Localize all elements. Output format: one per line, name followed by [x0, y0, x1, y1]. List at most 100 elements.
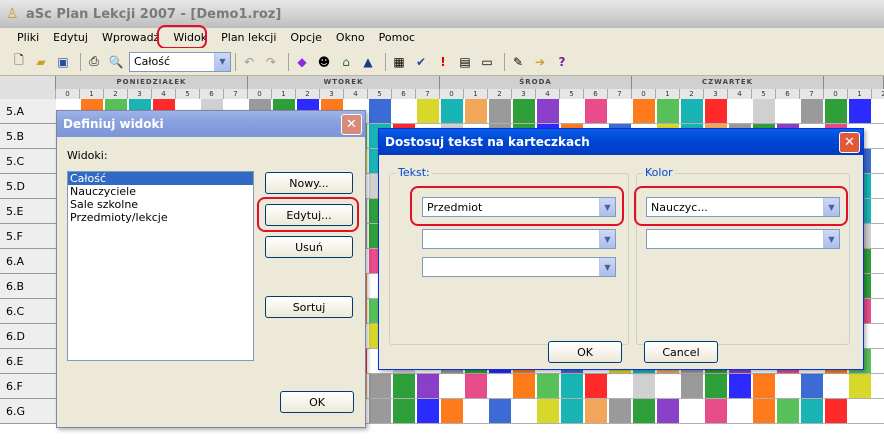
subjects-icon[interactable]: ◆ [293, 53, 311, 71]
close-icon[interactable]: ✕ [341, 114, 362, 135]
print-preview-icon[interactable]: 🔍 [107, 53, 125, 71]
lesson-card[interactable] [633, 374, 655, 398]
lesson-card[interactable] [369, 374, 391, 398]
lesson-card[interactable] [369, 99, 391, 123]
row-label-5f[interactable]: 5.F [0, 224, 56, 249]
lesson-card[interactable] [369, 399, 391, 423]
close-icon[interactable]: ✕ [839, 132, 860, 153]
edit-pencil-icon[interactable]: ✎ [509, 53, 527, 71]
lesson-card[interactable] [561, 399, 583, 423]
text-field-select-2[interactable]: ▼ [422, 229, 616, 249]
row-label-6c[interactable]: 6.C [0, 299, 56, 324]
lesson-card[interactable] [753, 99, 775, 123]
check-icon[interactable]: ✔ [412, 53, 430, 71]
sort-views-button[interactable]: Sortuj [265, 296, 353, 318]
lesson-card[interactable] [561, 374, 583, 398]
lesson-card[interactable] [441, 99, 463, 123]
lesson-card[interactable] [849, 99, 871, 123]
lesson-card[interactable] [681, 99, 703, 123]
row-label-6f[interactable]: 6.F [0, 374, 56, 399]
lesson-card[interactable] [705, 99, 727, 123]
exclamation-icon[interactable]: ! [434, 53, 452, 71]
lesson-card[interactable] [681, 374, 703, 398]
lesson-card[interactable] [849, 374, 871, 398]
open-folder-icon[interactable]: ▰ [32, 53, 50, 71]
lesson-card[interactable] [609, 399, 631, 423]
list-item[interactable]: Całość [68, 172, 253, 185]
lesson-card[interactable] [465, 374, 487, 398]
row-label-5d[interactable]: 5.D [0, 174, 56, 199]
menu-wprowadz[interactable]: Wprowadź [95, 29, 166, 47]
color-field-select-2[interactable]: ▼ [646, 229, 840, 249]
delete-view-button[interactable]: Usuń [265, 236, 353, 258]
building-icon[interactable]: ▦ [390, 53, 408, 71]
cancel-button[interactable]: Cancel [644, 341, 718, 363]
undo-icon[interactable]: ↶ [240, 53, 258, 71]
menu-plan-lekcji[interactable]: Plan lekcji [214, 29, 283, 47]
row-label-6a[interactable]: 6.A [0, 249, 56, 274]
row-label-6b[interactable]: 6.B [0, 274, 56, 299]
redo-icon[interactable]: ↷ [262, 53, 280, 71]
row-label-5b[interactable]: 5.B [0, 124, 56, 149]
row-label-6e[interactable]: 6.E [0, 349, 56, 374]
lesson-card[interactable] [825, 399, 847, 423]
lesson-card[interactable] [393, 399, 415, 423]
row-label-5a[interactable]: 5.A [0, 99, 56, 124]
lesson-card[interactable] [537, 374, 559, 398]
lesson-card[interactable] [441, 399, 463, 423]
export-icon[interactable]: ➔ [531, 53, 549, 71]
lesson-card[interactable] [489, 99, 511, 123]
lesson-card[interactable] [777, 399, 799, 423]
save-icon[interactable]: ▣ [54, 53, 72, 71]
lesson-card[interactable] [585, 399, 607, 423]
views-listbox[interactable]: Całość Nauczyciele Sale szkolne Przedmio… [67, 171, 254, 361]
new-view-button[interactable]: Nowy... [265, 172, 353, 194]
lesson-card[interactable] [753, 399, 775, 423]
lesson-card[interactable] [513, 374, 535, 398]
lesson-card[interactable] [393, 374, 415, 398]
lesson-card[interactable] [513, 99, 535, 123]
lesson-card[interactable] [825, 99, 847, 123]
teachers-icon[interactable]: ☻ [315, 53, 333, 71]
lesson-card[interactable] [801, 99, 823, 123]
menu-okno[interactable]: Okno [329, 29, 372, 47]
lesson-card[interactable] [585, 99, 607, 123]
new-file-icon[interactable]: 🗋 [10, 53, 28, 71]
view-combo[interactable]: Całość ▼ [129, 51, 231, 72]
lesson-card[interactable] [417, 374, 439, 398]
lesson-card[interactable] [537, 99, 559, 123]
lesson-card[interactable] [801, 374, 823, 398]
list-item[interactable]: Sale szkolne [68, 198, 253, 211]
lesson-card[interactable] [633, 99, 655, 123]
lesson-card[interactable] [657, 399, 679, 423]
report-icon[interactable]: ▤ [456, 53, 474, 71]
menu-pliki[interactable]: Pliki [10, 29, 46, 47]
lesson-card[interactable] [705, 399, 727, 423]
graduation-icon[interactable]: ▲ [359, 53, 377, 71]
menu-edytuj[interactable]: Edytuj [46, 29, 95, 47]
menu-pomoc[interactable]: Pomoc [372, 29, 422, 47]
lesson-card[interactable] [585, 374, 607, 398]
print-icon[interactable]: ⎙ [85, 53, 103, 71]
lesson-card[interactable] [801, 399, 823, 423]
lesson-card[interactable] [657, 99, 679, 123]
list-item[interactable]: Przedmioty/lekcje [68, 211, 253, 224]
lesson-card[interactable] [537, 399, 559, 423]
row-label-5c[interactable]: 5.C [0, 149, 56, 174]
lesson-card[interactable] [753, 374, 775, 398]
lesson-card[interactable] [465, 99, 487, 123]
row-label-6g[interactable]: 6.G [0, 399, 56, 424]
text-field-select-3[interactable]: ▼ [422, 257, 616, 277]
row-label-5e[interactable]: 5.E [0, 199, 56, 224]
lesson-card[interactable] [489, 399, 511, 423]
lesson-card[interactable] [417, 399, 439, 423]
list-item[interactable]: Nauczyciele [68, 185, 253, 198]
ok-button[interactable]: OK [548, 341, 622, 363]
stamp-icon[interactable]: ▭ [478, 53, 496, 71]
menu-opcje[interactable]: Opcje [283, 29, 329, 47]
lesson-card[interactable] [705, 374, 727, 398]
row-label-6d[interactable]: 6.D [0, 324, 56, 349]
lesson-card[interactable] [729, 374, 751, 398]
lesson-card[interactable] [417, 99, 439, 123]
lesson-card[interactable] [633, 399, 655, 423]
